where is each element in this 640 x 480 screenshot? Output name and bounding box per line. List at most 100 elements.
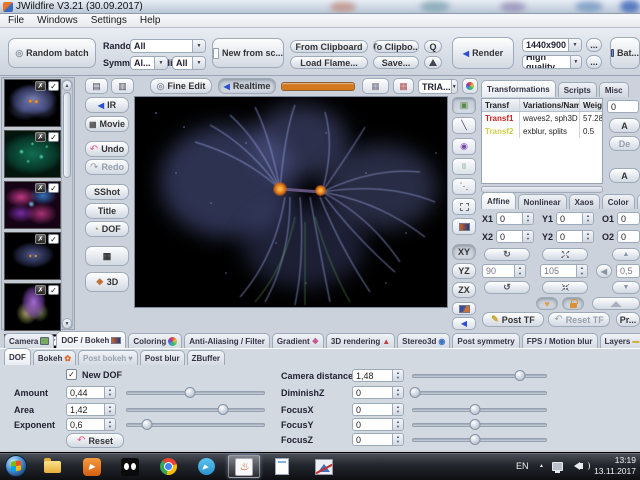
table-row[interactable]: Transf1 waves2, sph3D 57.2850... [482,112,602,125]
tab-antialiasing-filter[interactable]: Anti-Aliasing / Filter [184,333,270,348]
spinner[interactable]: ▲▼ [582,213,593,224]
menu-file[interactable]: File [8,15,24,26]
scroll-down-icon[interactable]: ▼ [62,318,72,329]
thumbnail-checkbox[interactable]: ✓ [48,132,59,142]
quality-more-button[interactable]: ... [586,55,602,69]
quick-load-button[interactable] [424,56,442,69]
thumbnail-close-button[interactable]: ✗ [35,234,46,244]
transform-weight-field[interactable]: 0 [607,100,639,113]
flame-preview-canvas[interactable] [134,96,448,308]
move-left-button[interactable]: ◀ [596,264,612,278]
edit-view-button[interactable]: ╲ [452,117,476,134]
spinner[interactable]: ▲▼ [392,419,403,430]
thumbnail-checkbox[interactable]: ✓ [48,285,59,295]
flame-thumbnail[interactable]: ✗ ✓ [4,232,61,280]
diminishz-slider[interactable] [412,387,547,399]
fine-edit-button[interactable]: ◎ Fine Edit [150,78,212,94]
focusy-field[interactable]: 0 ▲▼ [352,418,404,431]
spinner[interactable]: ▲▼ [104,404,115,415]
load-flame-button[interactable]: Load Flame... [290,56,368,69]
rotate-right-button[interactable]: ↺ [484,281,530,294]
spinner[interactable]: ▲▼ [104,387,115,398]
reset-tf-button[interactable]: ↶ Reset TF [548,312,610,327]
camera-distance-slider[interactable] [412,370,547,382]
area-slider[interactable] [126,404,265,416]
thumbnail-checkbox[interactable]: ✓ [48,234,59,244]
menu-help[interactable]: Help [140,15,161,26]
y2-field[interactable]: 0 ▲▼ [556,230,594,243]
tab-xaos[interactable]: Xaos [569,194,600,209]
guides-toggle-button[interactable]: ▦ [393,78,414,94]
realtime-toggle-button[interactable]: ◀ Realtime [218,78,276,94]
spinner[interactable]: ▲▼ [392,434,403,445]
movie-button[interactable]: ▦Movie [85,116,129,132]
move-down-button[interactable]: ▼ [612,281,640,294]
tab-transformations[interactable]: Transformations [481,80,556,97]
spinner[interactable]: ▲▼ [392,387,403,398]
x1-field[interactable]: 0 ▲▼ [496,212,534,225]
tab-misc[interactable]: Misc [599,82,629,97]
tab-scripts[interactable]: Scripts [558,82,597,97]
toggle-panel-right-button[interactable]: ▥ [111,78,134,94]
tray-network-icon[interactable] [552,452,563,480]
scale-percent-field[interactable]: 105 ▲▼ [540,264,588,278]
tab-gamma[interactable]: Gamma [637,194,640,209]
plane-yz-button[interactable]: YZ [452,263,476,279]
render-preview-button[interactable]: ◀ [452,317,476,330]
pr-button[interactable]: Pr... [616,312,640,327]
delete-transform-button[interactable]: De [609,136,640,151]
exponent-slider[interactable] [126,419,265,431]
start-button[interactable] [5,455,27,477]
tab-gradient[interactable]: Gradient❖ [272,333,324,348]
taskbar-messenger[interactable] [114,455,146,478]
focusz-field[interactable]: 0 ▲▼ [352,433,404,446]
tab-dof-bokeh[interactable]: DOF / Bokeh [56,331,126,348]
new-dof-checkbox[interactable]: ✓ [66,369,77,380]
title-button[interactable]: Title [85,203,129,219]
move-up-button[interactable]: ▲ [612,248,640,261]
o2-field[interactable]: 0 [617,230,640,243]
menu-windows[interactable]: Windows [37,15,78,26]
thumbnail-close-button[interactable]: ✗ [35,81,46,91]
lock-toggle[interactable] [562,297,584,310]
taskbar-telegram[interactable]: ▶ [190,455,222,478]
batch-render-button[interactable]: Bat... [610,37,640,69]
tray-language[interactable]: EN [516,452,529,480]
scroll-up-icon[interactable]: ▲ [62,80,72,91]
tab-layers[interactable]: Layers▬ [600,333,640,348]
undo-button[interactable]: ↶Undo [85,141,129,157]
rotate-left-button[interactable]: ↻ [484,248,530,261]
tray-show-hidden-icons[interactable]: ▲ [539,452,544,480]
amount-field[interactable]: 0,44 ▲▼ [66,386,116,399]
spinner[interactable]: ▲▼ [576,265,587,277]
random-batch-button[interactable]: ◎ Random batch [8,38,96,68]
tab-nonlinear[interactable]: Nonlinear [518,194,567,209]
new-from-scratch-button[interactable]: New from sc... [212,38,284,68]
spinner[interactable]: ▲▼ [522,213,533,224]
flame-thumbnail[interactable]: ✗ ✓ [4,181,61,229]
tab-fps-motion-blur[interactable]: FPS / Motion blur [522,333,598,348]
save-button[interactable]: Save... [373,56,419,69]
to-clipboard-button[interactable]: To Clipbo... [373,40,419,53]
tab-stereo3d[interactable]: Stereo3d◉ [397,333,450,348]
thumbnail-close-button[interactable]: ✗ [35,132,46,142]
subtab-dof[interactable]: DOF [4,348,31,365]
o1-field[interactable]: 0 [617,212,640,225]
background-image-button[interactable] [452,218,476,235]
spinner[interactable]: ▲▼ [104,419,115,430]
y1-field[interactable]: 0 ▲▼ [556,212,594,225]
flame-thumbnail[interactable]: ✗ ✓ [4,130,61,178]
triangle-style-select[interactable]: TRIA... ▼ [418,79,458,94]
taskbar-media-player[interactable]: ▶ [76,455,108,478]
window-titlebar[interactable]: JWildfire V3.21 (30.09.2017) [0,0,640,14]
subtab-post-bokeh[interactable]: Post bokeh♥ [78,350,138,365]
random-generator-select[interactable]: All ▼ [130,39,206,53]
tab-3d-rendering[interactable]: 3D rendering▲ [326,333,395,348]
redo-button[interactable]: ↷Redo [85,159,129,175]
toggle-panel-left-button[interactable]: ▤ [85,78,108,94]
menu-settings[interactable]: Settings [91,15,127,26]
add-final-transform-button[interactable]: A [609,168,640,183]
spinner[interactable]: ▲▼ [522,231,533,242]
focusx-slider[interactable] [412,404,547,416]
dof-reset-button[interactable]: ↶ Reset [66,433,124,448]
